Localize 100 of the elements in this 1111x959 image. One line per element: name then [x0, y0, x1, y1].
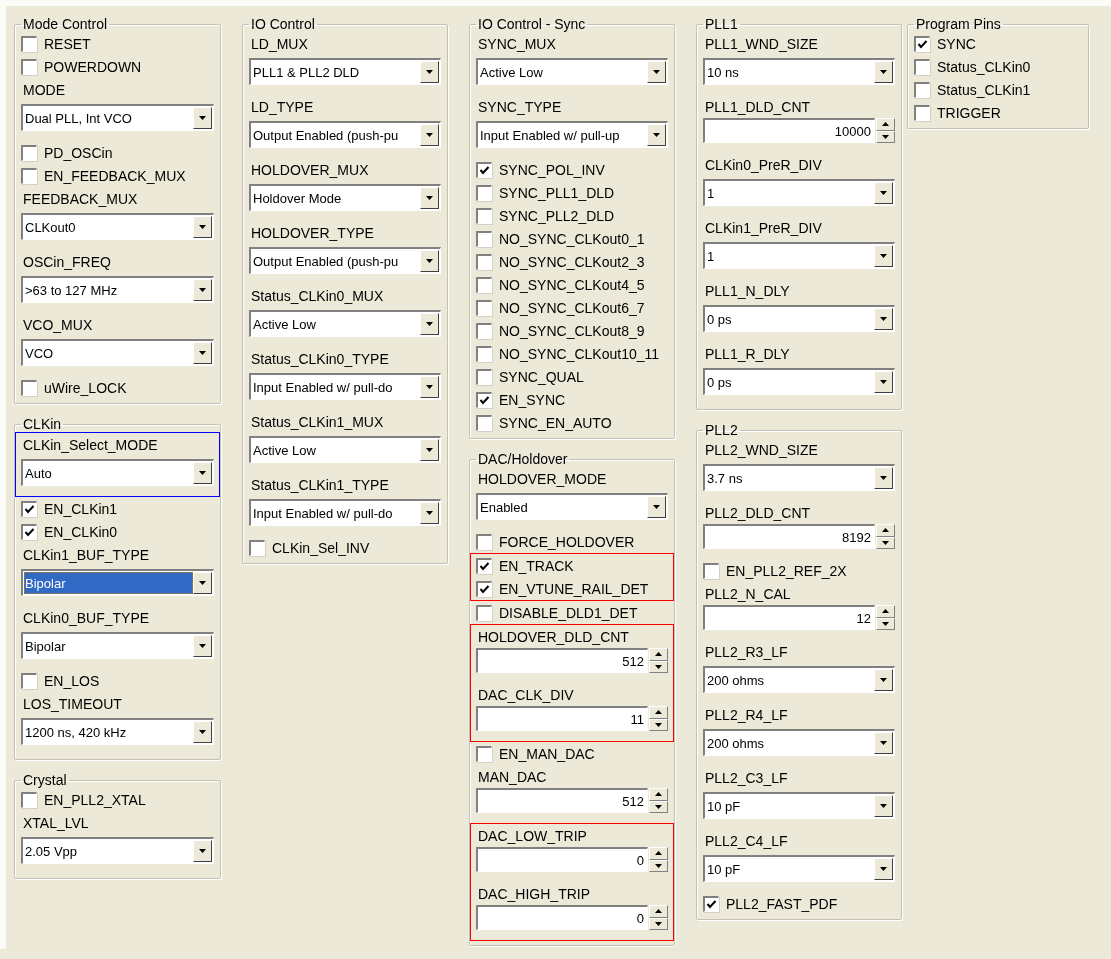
- checkbox[interactable]: [21, 379, 37, 396]
- dropdown[interactable]: VCO: [21, 339, 214, 366]
- dropdown-button[interactable]: [420, 124, 439, 146]
- checkbox[interactable]: [476, 207, 492, 224]
- checkbox[interactable]: [476, 253, 492, 270]
- dropdown[interactable]: Active Low: [249, 436, 441, 463]
- checkbox[interactable]: [476, 414, 492, 431]
- checkbox[interactable]: [476, 299, 492, 316]
- dropdown-button[interactable]: [874, 371, 893, 393]
- dropdown-button[interactable]: [874, 669, 893, 691]
- number-field[interactable]: 11: [476, 706, 648, 731]
- checkbox[interactable]: [703, 895, 719, 912]
- dropdown[interactable]: Input Enabled w/ pull-up: [476, 121, 668, 148]
- checkbox[interactable]: [21, 523, 37, 540]
- spin-up-button[interactable]: [876, 524, 895, 537]
- checkbox[interactable]: [476, 368, 492, 385]
- dropdown[interactable]: 200 ohms: [703, 729, 895, 756]
- checkbox[interactable]: [914, 35, 930, 52]
- dropdown[interactable]: PLL1 & PLL2 DLD: [249, 58, 441, 85]
- dropdown[interactable]: Holdover Mode: [249, 184, 441, 211]
- dropdown-button[interactable]: [193, 216, 212, 238]
- dropdown[interactable]: 1200 ns, 420 kHz: [21, 718, 214, 745]
- dropdown[interactable]: 0 ps: [703, 305, 895, 332]
- dropdown-button[interactable]: [193, 635, 212, 657]
- dropdown-button[interactable]: [647, 61, 666, 83]
- checkbox[interactable]: [476, 276, 492, 293]
- checkbox[interactable]: [914, 104, 930, 121]
- dropdown[interactable]: 10 ns: [703, 58, 895, 85]
- dropdown-button[interactable]: [193, 572, 212, 594]
- checkbox[interactable]: [476, 184, 492, 201]
- dropdown[interactable]: 3.7 ns: [703, 464, 895, 491]
- number-field[interactable]: 12: [703, 605, 875, 630]
- checkbox[interactable]: [21, 35, 37, 52]
- number-field[interactable]: 8192: [703, 524, 875, 549]
- spin-up-button[interactable]: [649, 905, 668, 918]
- dropdown[interactable]: 10 pF: [703, 792, 895, 819]
- dropdown-button[interactable]: [874, 182, 893, 204]
- dropdown[interactable]: Auto: [21, 459, 214, 486]
- dropdown[interactable]: CLKout0: [21, 213, 214, 240]
- dropdown-button[interactable]: [420, 61, 439, 83]
- dropdown-button[interactable]: [420, 439, 439, 461]
- dropdown-button[interactable]: [193, 840, 212, 862]
- dropdown[interactable]: Bipolar: [21, 632, 214, 659]
- checkbox[interactable]: [476, 230, 492, 247]
- checkbox[interactable]: [914, 81, 930, 98]
- dropdown[interactable]: Input Enabled w/ pull-do: [249, 373, 441, 400]
- spin-up-button[interactable]: [876, 605, 895, 618]
- checkbox[interactable]: [476, 161, 492, 178]
- spin-up-button[interactable]: [649, 788, 668, 801]
- dropdown-button[interactable]: [874, 795, 893, 817]
- dropdown-button[interactable]: [874, 467, 893, 489]
- spin-up-button[interactable]: [649, 847, 668, 860]
- dropdown-button[interactable]: [420, 376, 439, 398]
- dropdown[interactable]: 1: [703, 179, 895, 206]
- checkbox[interactable]: [476, 345, 492, 362]
- dropdown-button[interactable]: [420, 502, 439, 524]
- dropdown[interactable]: Input Enabled w/ pull-do: [249, 499, 441, 526]
- checkbox[interactable]: [249, 539, 265, 556]
- checkbox[interactable]: [476, 580, 492, 597]
- checkbox[interactable]: [21, 167, 37, 184]
- checkbox[interactable]: [21, 791, 37, 808]
- checkbox[interactable]: [21, 500, 37, 517]
- checkbox[interactable]: [703, 562, 719, 579]
- checkbox[interactable]: [21, 672, 37, 689]
- dropdown-button[interactable]: [874, 732, 893, 754]
- dropdown[interactable]: Active Low: [249, 310, 441, 337]
- dropdown[interactable]: Active Low: [476, 58, 668, 85]
- checkbox[interactable]: [476, 391, 492, 408]
- dropdown-button[interactable]: [874, 245, 893, 267]
- dropdown-button[interactable]: [874, 308, 893, 330]
- checkbox[interactable]: [476, 604, 492, 621]
- dropdown[interactable]: 1: [703, 242, 895, 269]
- dropdown[interactable]: 200 ohms: [703, 666, 895, 693]
- dropdown[interactable]: Output Enabled (push-pu: [249, 247, 441, 274]
- number-field[interactable]: 512: [476, 648, 648, 673]
- dropdown-button[interactable]: [874, 61, 893, 83]
- dropdown[interactable]: 0 ps: [703, 368, 895, 395]
- dropdown-button[interactable]: [193, 462, 212, 484]
- dropdown-button[interactable]: [420, 187, 439, 209]
- checkbox[interactable]: [476, 322, 492, 339]
- dropdown[interactable]: Bipolar: [21, 569, 214, 596]
- dropdown[interactable]: >63 to 127 MHz: [21, 276, 214, 303]
- spin-up-button[interactable]: [649, 648, 668, 661]
- number-field[interactable]: 10000: [703, 118, 875, 143]
- number-field[interactable]: 512: [476, 788, 648, 813]
- dropdown[interactable]: Dual PLL, Int VCO: [21, 104, 214, 131]
- dropdown-button[interactable]: [647, 124, 666, 146]
- checkbox[interactable]: [476, 533, 492, 550]
- number-field[interactable]: 0: [476, 905, 648, 930]
- checkbox[interactable]: [476, 557, 492, 574]
- dropdown-button[interactable]: [420, 313, 439, 335]
- dropdown-button[interactable]: [420, 250, 439, 272]
- checkbox[interactable]: [914, 58, 930, 75]
- dropdown-button[interactable]: [193, 279, 212, 301]
- spin-up-button[interactable]: [649, 706, 668, 719]
- dropdown-button[interactable]: [193, 342, 212, 364]
- dropdown-button[interactable]: [193, 721, 212, 743]
- dropdown-button[interactable]: [874, 858, 893, 880]
- dropdown-button[interactable]: [647, 496, 666, 518]
- checkbox[interactable]: [21, 58, 37, 75]
